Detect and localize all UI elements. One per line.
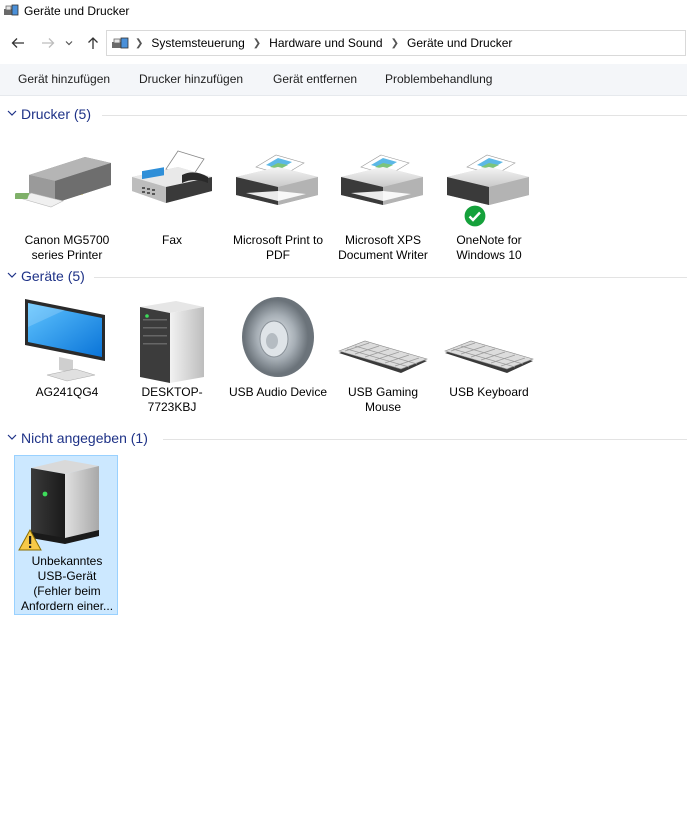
arrow-right-icon [42, 38, 55, 48]
navigation-bar: ❯ Systemsteuerung ❯ Hardware und Sound ❯… [0, 28, 687, 58]
keyboard-icon [331, 297, 435, 385]
group-divider [94, 277, 687, 278]
device-label: USB Gaming Mouse [347, 385, 419, 414]
forward-button[interactable] [38, 32, 58, 54]
group-title: Geräte (5) [21, 268, 85, 284]
speaker-icon [226, 297, 330, 385]
chevron-down-icon [7, 272, 17, 278]
back-button[interactable] [8, 32, 28, 54]
add-printer-button[interactable]: Drucker hinzufügen [139, 72, 243, 86]
default-checkmark-icon [463, 204, 487, 233]
recent-locations-button[interactable] [62, 32, 76, 54]
device-label: USB Keyboard [449, 385, 529, 399]
inkjet-printer-icon [13, 145, 119, 233]
printer-icon [226, 145, 330, 233]
devices-printers-icon [3, 4, 19, 23]
group-header-printers[interactable]: Drucker (5) [0, 106, 687, 124]
fax-icon [120, 145, 224, 233]
group-header-devices[interactable]: Geräte (5) [0, 268, 687, 286]
breadcrumb-separator-icon[interactable]: ❯ [251, 38, 263, 49]
warning-icon [18, 528, 42, 556]
group-divider [102, 115, 687, 116]
chevron-down-icon [7, 434, 17, 440]
troubleshoot-button[interactable]: Problembehandlung [385, 72, 492, 86]
breadcrumb-geraete-und-drucker[interactable]: Geräte und Drucker [401, 36, 518, 50]
device-label: Microsoft XPS Document Writer [338, 233, 428, 262]
group-title: Nicht angegeben (1) [21, 430, 148, 446]
group-title: Drucker (5) [21, 106, 92, 122]
breadcrumb-hardware-und-sound[interactable]: Hardware und Sound [263, 36, 388, 50]
up-button[interactable] [83, 32, 103, 54]
device-label: DESKTOP-7723KBJ [141, 385, 203, 414]
command-bar: Gerät hinzufügen Drucker hinzufügen Gerä… [0, 64, 687, 96]
chevron-down-icon [7, 110, 17, 116]
add-device-button[interactable]: Gerät hinzufügen [18, 72, 110, 86]
device-label: Microsoft Print to PDF [232, 233, 324, 262]
printer-icon [437, 145, 541, 233]
device-label: Unbekanntes USB-Gerät (Fehler beim Anfor… [20, 554, 114, 613]
device-item-unknown-usb[interactable]: Unbekanntes USB-Gerät (Fehler beim Anfor… [14, 455, 118, 615]
keyboard-icon [437, 297, 541, 385]
device-label: USB Audio Device [228, 385, 328, 399]
arrow-left-icon [11, 38, 24, 48]
device-label: OneNote for Windows 10 [456, 233, 522, 262]
arrow-up-icon [88, 37, 98, 49]
breadcrumb-separator-icon[interactable]: ❯ [389, 38, 401, 49]
group-divider [163, 439, 687, 440]
location-icon [107, 36, 133, 51]
device-label: Fax [161, 233, 182, 247]
monitor-icon [15, 297, 119, 385]
breadcrumb-systemsteuerung[interactable]: Systemsteuerung [145, 36, 250, 50]
chevron-down-icon [65, 41, 73, 46]
group-header-unspecified[interactable]: Nicht angegeben (1) [0, 430, 687, 448]
remove-device-button[interactable]: Gerät entfernen [273, 72, 357, 86]
breadcrumb-separator-icon: ❯ [135, 37, 144, 49]
device-label: AG241QG4 [35, 385, 99, 399]
device-label: Canon MG5700 series Printer [24, 233, 110, 262]
title-bar: Geräte und Drucker [0, 0, 687, 24]
printer-icon [331, 145, 435, 233]
address-bar[interactable]: ❯ Systemsteuerung ❯ Hardware und Sound ❯… [106, 30, 686, 56]
computer-tower-icon [120, 297, 224, 385]
window-title: Geräte und Drucker [24, 4, 130, 18]
